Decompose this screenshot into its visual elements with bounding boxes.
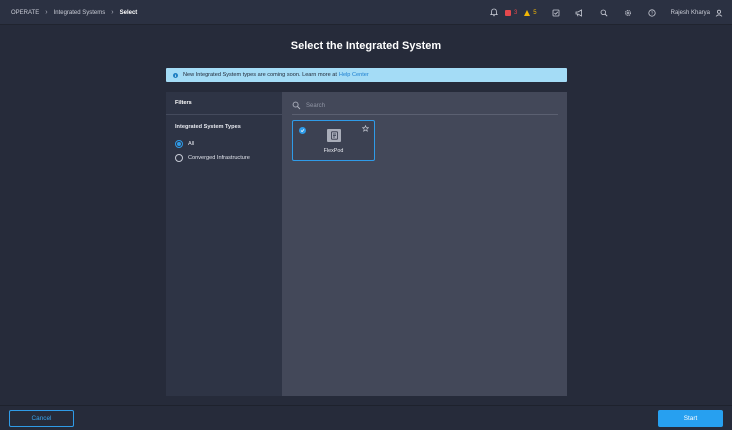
info-banner-text: New Integrated System types are coming s… xyxy=(183,72,337,78)
breadcrumb-integrated-systems[interactable]: Integrated Systems xyxy=(54,10,106,16)
radio-unselected-icon[interactable] xyxy=(175,154,183,162)
warning-alarms[interactable]: 5 xyxy=(524,9,537,16)
check-icon xyxy=(299,127,306,134)
breadcrumb: OPERATE › Integrated Systems › Select xyxy=(11,0,137,25)
tasks-icon[interactable] xyxy=(551,8,561,18)
top-bar: OPERATE › Integrated Systems › Select 3 … xyxy=(0,0,732,25)
page-title: Select the Integrated System xyxy=(290,40,442,52)
radio-label: Converged Infrastructure xyxy=(188,155,250,161)
radio-converged-infrastructure[interactable]: Converged Infrastructure xyxy=(175,154,250,162)
warning-count: 5 xyxy=(533,9,537,16)
search-placeholder: Search xyxy=(306,102,326,109)
help-center-link[interactable]: Help Center xyxy=(339,72,369,78)
radio-selected-icon[interactable] xyxy=(175,140,183,148)
help-icon[interactable]: ? xyxy=(647,8,657,18)
cancel-button[interactable]: Cancel xyxy=(9,410,74,427)
gear-icon[interactable] xyxy=(623,8,633,18)
filter-group-title: Integrated System Types xyxy=(175,124,241,130)
radio-label: All xyxy=(188,141,195,147)
breadcrumb-operate[interactable]: OPERATE xyxy=(11,10,39,16)
filters-panel: Filters Integrated System Types All Conv… xyxy=(166,92,282,396)
bell-icon[interactable] xyxy=(489,8,499,18)
divider xyxy=(166,114,282,115)
warning-alarm-icon xyxy=(524,9,531,16)
star-icon[interactable] xyxy=(362,125,369,132)
card-label: FlexPod xyxy=(323,148,344,154)
footer: Cancel Start xyxy=(0,405,732,430)
radio-all[interactable]: All xyxy=(175,140,194,148)
info-icon: i xyxy=(173,72,178,78)
toolbar-actions: 3 5 ? Rajesh Kharya xyxy=(489,0,724,25)
breadcrumb-current: Select xyxy=(119,9,138,16)
systems-panel: Search FlexPod xyxy=(282,92,567,396)
system-card-flexpod[interactable]: FlexPod xyxy=(292,120,375,161)
flexpod-product-icon xyxy=(327,129,341,142)
user-icon[interactable] xyxy=(714,8,724,18)
announcement-icon[interactable] xyxy=(575,8,585,18)
chevron-right-icon: › xyxy=(111,9,114,16)
search-icon[interactable] xyxy=(599,8,609,18)
critical-count: 3 xyxy=(513,9,518,16)
chevron-right-icon: › xyxy=(45,9,48,16)
user-name[interactable]: Rajesh Kharya xyxy=(671,10,710,16)
search-icon xyxy=(292,101,301,110)
svg-text:?: ? xyxy=(650,10,653,15)
filters-title: Filters xyxy=(175,100,192,106)
start-button[interactable]: Start xyxy=(658,410,723,427)
info-banner: i New Integrated System types are coming… xyxy=(166,68,567,82)
search-field[interactable]: Search xyxy=(292,97,558,115)
critical-alarms[interactable]: 3 xyxy=(504,9,518,16)
critical-alarm-icon xyxy=(504,9,511,16)
